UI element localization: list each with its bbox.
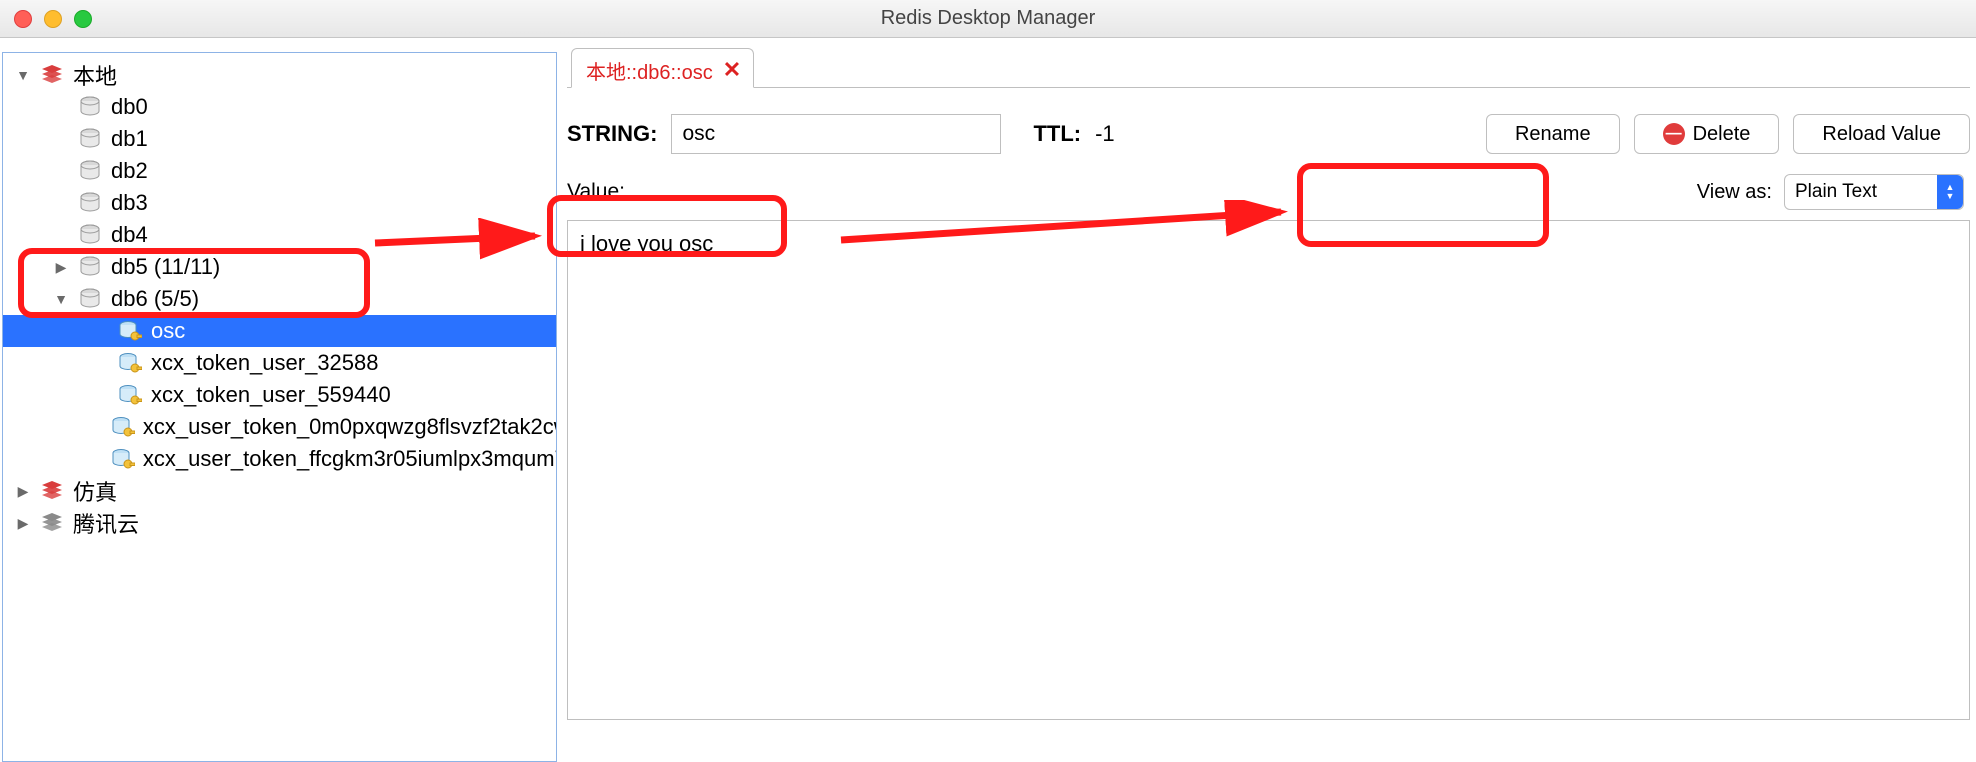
tree-item-label: db1: [111, 126, 148, 152]
tree-item-label: 仿真: [73, 475, 117, 507]
database-icon: [77, 160, 103, 182]
database-item[interactable]: ▼db2: [3, 155, 556, 187]
ttl-value: -1: [1095, 121, 1115, 147]
key-header-row: STRING: TTL: -1 Rename — Delete Reload V…: [567, 114, 1970, 154]
window-minimize-button[interactable]: [44, 10, 62, 28]
tree-item-label: xcx_user_token_0m0pxqwzg8flsvzf2tak2cw2q…: [143, 414, 557, 440]
key-icon: [111, 448, 135, 470]
tree-item-label: db6 (5/5): [111, 286, 199, 312]
key-item[interactable]: ▼xcx_token_user_32588: [3, 347, 556, 379]
tree-item-label: xcx_user_token_ffcgkm3r05iumlpx3mqum7wpv…: [143, 446, 557, 472]
viewas-label: View as:: [1697, 181, 1772, 204]
reload-button[interactable]: Reload Value: [1793, 114, 1970, 154]
connection-item[interactable]: ▶ 仿真: [3, 475, 556, 507]
database-item[interactable]: ▼db0: [3, 91, 556, 123]
window-controls: [14, 10, 92, 28]
select-arrows-icon: ▲▼: [1937, 175, 1963, 209]
disclosure-triangle-icon[interactable]: ▶: [13, 481, 33, 501]
redis-connection-icon: [39, 512, 65, 534]
rename-button[interactable]: Rename: [1486, 114, 1620, 154]
key-item[interactable]: ▼xcx_token_user_559440: [3, 379, 556, 411]
window-title: Redis Desktop Manager: [881, 7, 1096, 30]
tree-item-label: db2: [111, 158, 148, 184]
viewas-selected: Plain Text: [1795, 181, 1877, 203]
key-icon: [117, 320, 143, 342]
key-item[interactable]: ▼xcx_user_token_0m0pxqwzg8flsvzf2tak2cw2…: [3, 411, 556, 443]
delete-button-label: Delete: [1693, 123, 1751, 146]
disclosure-triangle-icon[interactable]: ▶: [51, 257, 71, 277]
key-item[interactable]: ▼osc: [3, 315, 556, 347]
rename-button-label: Rename: [1515, 123, 1591, 146]
database-icon: [77, 288, 103, 310]
database-item[interactable]: ▼db1: [3, 123, 556, 155]
database-icon: [77, 128, 103, 150]
tree-item-label: xcx_token_user_559440: [151, 382, 391, 408]
database-item[interactable]: ▼db4: [3, 219, 556, 251]
key-type-label: STRING:: [567, 121, 657, 147]
value-label: Value:: [567, 180, 625, 204]
delete-button[interactable]: — Delete: [1634, 114, 1780, 154]
disclosure-triangle-icon[interactable]: ▼: [13, 65, 33, 85]
value-textarea[interactable]: i love you osc: [567, 220, 1970, 720]
titlebar: Redis Desktop Manager: [0, 0, 1976, 38]
tree-item-label: 腾讯云: [73, 507, 139, 539]
database-icon: [77, 256, 103, 278]
tree-item-label: db0: [111, 94, 148, 120]
tree-item-label: xcx_token_user_32588: [151, 350, 379, 376]
reload-button-label: Reload Value: [1822, 123, 1941, 146]
connection-item[interactable]: ▼ 本地: [3, 59, 556, 91]
redis-connection-icon: [39, 64, 65, 86]
redis-connection-icon: [39, 480, 65, 502]
database-icon: [77, 192, 103, 214]
database-icon: [77, 224, 103, 246]
value-content: i love you osc: [580, 231, 713, 256]
ttl-label: TTL:: [1033, 121, 1081, 147]
key-icon: [117, 384, 143, 406]
tree-item-label: osc: [151, 318, 185, 344]
key-icon: [111, 416, 135, 438]
tab-title: 本地::db6::osc: [586, 56, 713, 85]
key-item[interactable]: ▼xcx_user_token_ffcgkm3r05iumlpx3mqum7wp…: [3, 443, 556, 475]
disclosure-triangle-icon[interactable]: ▶: [13, 513, 33, 533]
database-icon: [77, 96, 103, 118]
connection-tree[interactable]: ▼ 本地▼db0▼db1▼db2▼db3▼db4 ▶ db5 (11/11) ▼ db6 …: [2, 52, 557, 762]
tab-key[interactable]: 本地::db6::osc ✕: [571, 48, 754, 88]
window-maximize-button[interactable]: [74, 10, 92, 28]
delete-icon: —: [1663, 123, 1685, 145]
tree-item-label: db4: [111, 222, 148, 248]
database-item[interactable]: ▼ db6 (5/5): [3, 283, 556, 315]
content-area: 本地::db6::osc ✕ STRING: TTL: -1 Rename — …: [557, 38, 1976, 762]
tree-item-label: 本地: [73, 59, 117, 91]
tree-item-label: db5 (11/11): [111, 254, 220, 280]
database-item[interactable]: ▼db3: [3, 187, 556, 219]
tab-close-icon[interactable]: ✕: [723, 57, 741, 83]
window-close-button[interactable]: [14, 10, 32, 28]
tree-item-label: db3: [111, 190, 148, 216]
disclosure-triangle-icon[interactable]: ▼: [51, 289, 71, 309]
connection-item[interactable]: ▶ 腾讯云: [3, 507, 556, 539]
viewas-select[interactable]: Plain Text ▲▼: [1784, 174, 1964, 210]
database-item[interactable]: ▶ db5 (11/11): [3, 251, 556, 283]
tab-bar: 本地::db6::osc ✕: [567, 46, 1970, 88]
key-icon: [117, 352, 143, 374]
key-name-input[interactable]: [671, 114, 1001, 154]
